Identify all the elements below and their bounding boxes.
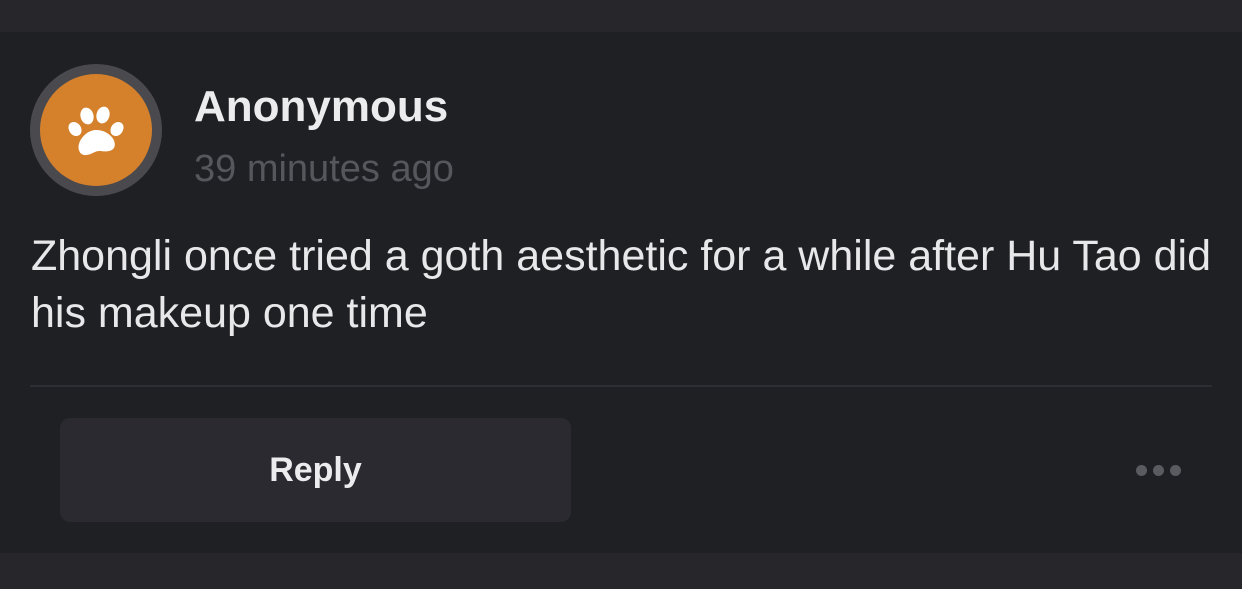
- avatar-circle: [40, 74, 152, 186]
- more-dots-icon: [1135, 464, 1147, 476]
- more-dots-icon: [1152, 464, 1164, 476]
- paw-icon: [68, 106, 124, 156]
- post-body: Zhongli once tried a goth aesthetic for …: [31, 232, 1212, 337]
- reply-button-label: Reply: [269, 450, 362, 489]
- reply-button[interactable]: Reply: [60, 418, 571, 522]
- author-name: Anonymous: [194, 82, 449, 131]
- divider: [30, 385, 1212, 387]
- more-options-button[interactable]: [1128, 460, 1188, 480]
- more-dots-icon: [1169, 464, 1181, 476]
- avatar[interactable]: [30, 64, 162, 196]
- comment-card: Anonymous 39 minutes ago Zhongli once tr…: [0, 32, 1242, 553]
- post-timestamp: 39 minutes ago: [194, 148, 454, 190]
